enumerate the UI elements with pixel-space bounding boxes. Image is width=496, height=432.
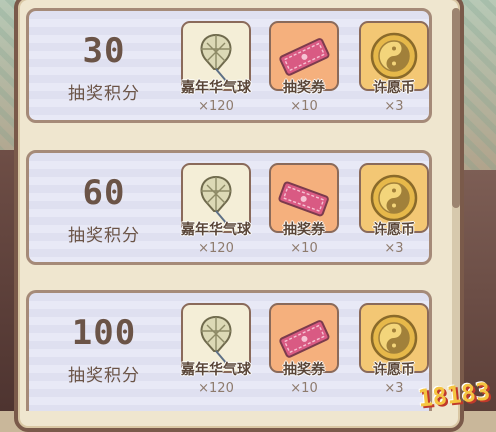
reward-name: 抽奖券 bbox=[283, 222, 325, 238]
reward-coin[interactable]: 许愿币 ×3 bbox=[359, 163, 433, 261]
tier-points: 30 bbox=[82, 31, 126, 71]
reward-balloon[interactable]: 嘉年华气球 ×120 bbox=[181, 303, 255, 401]
reward-balloon[interactable]: 嘉年华气球 ×120 bbox=[181, 163, 255, 261]
reward-name: 许愿币 bbox=[373, 222, 415, 238]
reward-name: 嘉年华气球 bbox=[181, 362, 251, 378]
tier-points: 60 bbox=[82, 173, 126, 213]
reward-tier-30: 30 抽奖积分 嘉年华气球 ×120 抽奖券 ×10 许愿币 ×3 bbox=[26, 8, 432, 123]
reward-name: 许愿币 bbox=[373, 362, 415, 378]
reward-quantity: ×120 bbox=[198, 381, 234, 396]
reward-name: 抽奖券 bbox=[283, 80, 325, 96]
reward-tier-60: 60 抽奖积分 嘉年华气球 ×120 抽奖券 ×10 许愿币 ×3 bbox=[26, 150, 432, 265]
reward-quantity: ×120 bbox=[198, 241, 234, 256]
scrollbar-thumb[interactable] bbox=[452, 8, 460, 208]
reward-name: 抽奖券 bbox=[283, 362, 325, 378]
reward-name: 许愿币 bbox=[373, 80, 415, 96]
tier-points-label: 抽奖积分 bbox=[68, 366, 140, 386]
reward-quantity: ×3 bbox=[384, 99, 404, 114]
reward-quantity: ×10 bbox=[290, 241, 318, 256]
reward-quantity: ×10 bbox=[290, 381, 318, 396]
reward-balloon[interactable]: 嘉年华气球 ×120 bbox=[181, 21, 255, 119]
reward-quantity: ×10 bbox=[290, 99, 318, 114]
rewards-scrollbar[interactable] bbox=[452, 8, 460, 400]
reward-ticket[interactable]: 抽奖券 ×10 bbox=[269, 303, 343, 401]
tier-points-label: 抽奖积分 bbox=[68, 84, 140, 104]
reward-quantity: ×120 bbox=[198, 99, 234, 114]
reward-coin[interactable]: 许愿币 ×3 bbox=[359, 21, 433, 119]
tier-points-label: 抽奖积分 bbox=[68, 226, 140, 246]
reward-ticket[interactable]: 抽奖券 ×10 bbox=[269, 163, 343, 261]
reward-quantity: ×3 bbox=[384, 241, 404, 256]
reward-name: 嘉年华气球 bbox=[181, 80, 251, 96]
reward-tier-100: 100 抽奖积分 嘉年华气球 ×120 抽奖券 ×10 许愿币 ×3 bbox=[26, 290, 432, 411]
reward-name: 嘉年华气球 bbox=[181, 222, 251, 238]
tier-points: 100 bbox=[71, 313, 137, 353]
reward-ticket[interactable]: 抽奖券 ×10 bbox=[269, 21, 343, 119]
